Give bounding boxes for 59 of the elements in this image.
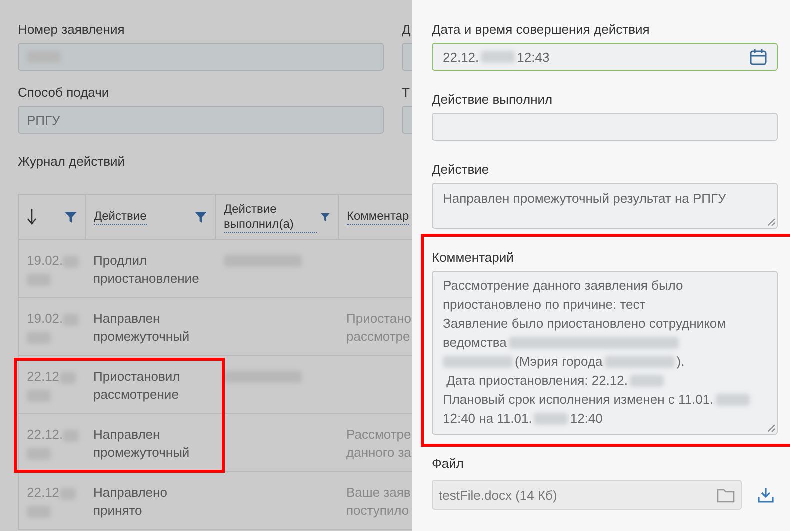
file-field[interactable]: testFile.docx (14 Кб) (432, 480, 742, 510)
date-text: 22.12. (27, 427, 64, 442)
table-cell: Продлил приостановление (94, 253, 200, 286)
field-text: 12:40 (570, 410, 603, 428)
text-field[interactable]: РПГУ (18, 106, 384, 134)
download-icon[interactable] (758, 487, 774, 503)
field-label: Действие выполнил (432, 92, 554, 108)
section-title: Журнал действий (18, 154, 126, 169)
redacted-block (604, 356, 675, 368)
table-cell: Рассмотре данного за (346, 427, 412, 460)
field-label: Номер заявления (18, 22, 126, 38)
date-text: 19.02. (27, 253, 64, 268)
text-field[interactable] (18, 43, 384, 71)
field-text: 12:43 (517, 50, 550, 64)
folder-icon[interactable] (717, 488, 735, 502)
resize-grip-icon[interactable] (768, 425, 775, 432)
text-area[interactable]: Направлен промежуточный результат на РПГУ (432, 183, 778, 229)
column-header[interactable]: Действие (94, 209, 147, 225)
field-label: Комментарий (432, 250, 515, 266)
field-label: Действие (432, 162, 490, 178)
filter-icon[interactable] (195, 212, 207, 222)
redacted-block (630, 374, 664, 386)
field-text: ведомства (443, 334, 507, 352)
table-cell: Ваше заяв поступило (346, 485, 411, 518)
filter-icon[interactable] (65, 212, 77, 222)
comment-area[interactable] (432, 271, 778, 435)
table-cell: Приостано рассмотре (346, 311, 412, 344)
calendar-icon[interactable] (750, 48, 767, 66)
redacted-block (443, 356, 513, 368)
table-cell: Направлен промежуточный (94, 311, 190, 344)
field-text: (Мэрия города (515, 353, 603, 371)
redacted-block (534, 412, 568, 424)
redacted-block (481, 51, 516, 63)
field-label: Д (402, 22, 412, 38)
field-text: 22.12. (443, 50, 480, 64)
field-text: приостановлено по причине: тест (443, 296, 646, 314)
field-text: Рассмотрение данного заявления было (443, 277, 684, 295)
resize-grip-icon[interactable] (768, 219, 775, 226)
field-text: Плановый срок исполнения изменен с 11.01. (443, 391, 714, 409)
filter-icon[interactable] (321, 212, 330, 222)
redacted-block (716, 394, 750, 406)
field-text: РПГУ (27, 112, 60, 128)
table-cell: Направлен промежуточный (94, 427, 190, 460)
field-text: ). (676, 353, 685, 371)
table-cell: Приостановил рассмотрение (94, 369, 180, 402)
date-text: 22.12 (27, 369, 60, 384)
field-text: Заявление было приостановлено сотрудником (443, 315, 726, 333)
datetime-field[interactable]: 22.12. 12:43 (432, 43, 778, 71)
text-field[interactable] (432, 113, 778, 141)
field-label: Способ подачи (18, 85, 110, 101)
date-text: 22.12 (27, 485, 60, 500)
field-label: Файл (432, 456, 465, 472)
field-label: Дата и время совершения действия (432, 22, 651, 38)
date-text: 19.02. (27, 311, 64, 326)
sort-down-icon[interactable] (27, 209, 37, 225)
field-text: Дата приостановления: 22.12. (446, 372, 628, 390)
table-cell: Направлено принято (94, 485, 168, 518)
field-label: Т (402, 85, 411, 101)
field-text: 12:40 на 11.01. (443, 410, 532, 428)
